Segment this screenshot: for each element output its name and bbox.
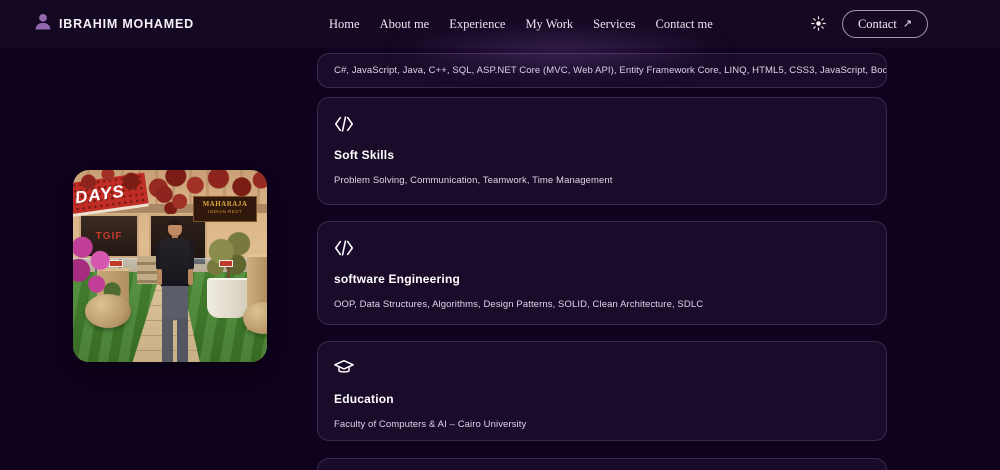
card-title: Soft Skills bbox=[334, 148, 395, 162]
nav-item-about[interactable]: About me bbox=[380, 17, 430, 32]
photo-planter-white bbox=[207, 278, 249, 318]
person-leg bbox=[162, 318, 173, 362]
card-title: software Engineering bbox=[334, 272, 461, 286]
code-icon bbox=[333, 237, 355, 259]
main-nav: Home About me Experience My Work Service… bbox=[329, 0, 713, 48]
card-software-engineering: software Engineering OOP, Data Structure… bbox=[317, 221, 887, 325]
header: IBRAHIM MOHAMED Home About me Experience… bbox=[0, 0, 1000, 48]
person-shirt bbox=[160, 238, 190, 288]
card-next-partial bbox=[317, 458, 887, 470]
card-title: Education bbox=[334, 392, 394, 406]
avatar-icon bbox=[33, 12, 53, 37]
card-education: Education Faculty of Computers & AI – Ca… bbox=[317, 341, 887, 441]
sun-icon bbox=[810, 15, 827, 35]
person-hand bbox=[157, 269, 162, 285]
theme-toggle-button[interactable] bbox=[807, 14, 829, 36]
profile-photo: TGIF MAHARAJA INDIAN REST DAYS bbox=[73, 170, 267, 362]
card-soft-skills: Soft Skills Problem Solving, Communicati… bbox=[317, 97, 887, 205]
photo-mini-sign bbox=[219, 260, 233, 267]
contact-button[interactable]: Contact ↗ bbox=[842, 10, 928, 38]
nav-item-my-work[interactable]: My Work bbox=[525, 17, 573, 32]
card-body: Problem Solving, Communication, Teamwork… bbox=[334, 175, 613, 186]
red-flowers-hanging bbox=[151, 186, 195, 214]
maharaja-sign-line2: INDIAN REST bbox=[207, 209, 242, 214]
photo-person bbox=[153, 220, 197, 362]
person-leg bbox=[177, 318, 188, 362]
graduation-cap-icon bbox=[333, 357, 355, 379]
card-body: C#, JavaScript, Java, C++, SQL, ASP.NET … bbox=[334, 65, 886, 76]
photo-boulder-left bbox=[85, 294, 131, 328]
brand-name: IBRAHIM MOHAMED bbox=[59, 17, 194, 31]
code-icon bbox=[333, 113, 355, 135]
card-technical-skills-partial: C#, JavaScript, Java, C++, SQL, ASP.NET … bbox=[317, 53, 887, 88]
contact-button-label: Contact bbox=[857, 16, 897, 31]
person-pants bbox=[162, 286, 188, 320]
card-body: Faculty of Computers & AI – Cairo Univer… bbox=[334, 419, 527, 430]
person-hand bbox=[188, 269, 193, 285]
nav-item-experience[interactable]: Experience bbox=[449, 17, 505, 32]
card-body: OOP, Data Structures, Algorithms, Design… bbox=[334, 299, 704, 310]
nav-item-services[interactable]: Services bbox=[593, 17, 635, 32]
nav-item-contact-me[interactable]: Contact me bbox=[656, 17, 713, 32]
nav-item-home[interactable]: Home bbox=[329, 17, 360, 32]
arrow-up-right-icon: ↗ bbox=[902, 17, 913, 30]
pink-bougainvillea bbox=[73, 234, 123, 300]
portfolio-page: IBRAHIM MOHAMED Home About me Experience… bbox=[0, 0, 1000, 470]
brand[interactable]: IBRAHIM MOHAMED bbox=[33, 0, 194, 48]
